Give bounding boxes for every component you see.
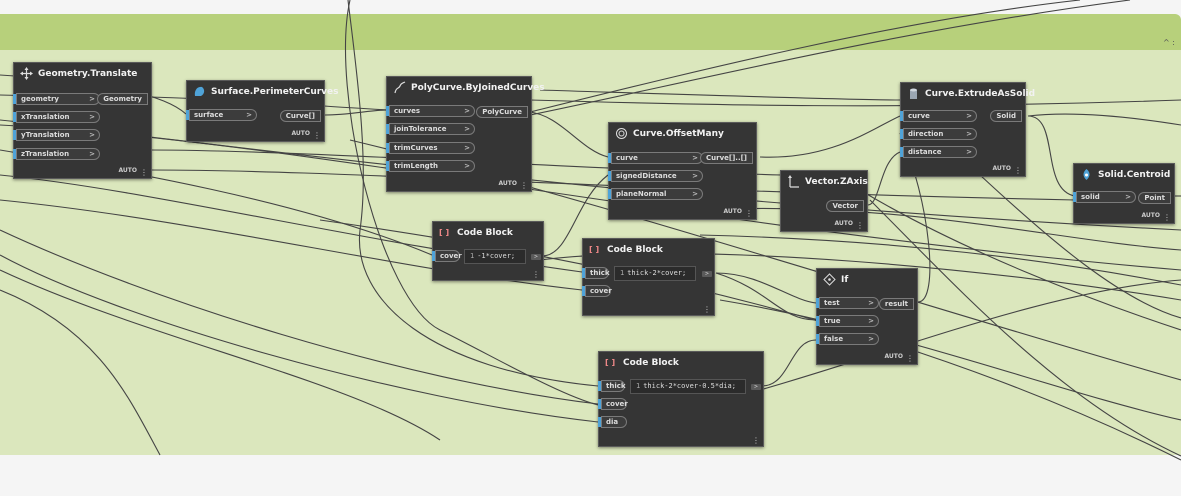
curve-extrudeassolid-node[interactable]: Curve.ExtrudeAsSolid curve > direction > d… — [900, 82, 1035, 177]
code-editor[interactable]: 1 thick-2*cover; — [614, 266, 696, 281]
node-menu-icon[interactable]: ⋮ — [745, 209, 753, 218]
input-port-true[interactable]: true > — [816, 315, 879, 327]
extrude-icon — [907, 87, 920, 100]
code-block-node-2[interactable]: [ ] Code Block thick cover 1 thick-2*cover… — [582, 238, 715, 316]
node-title: Solid.Centroid — [1098, 170, 1171, 180]
polycurve-byjoinedcurves-node[interactable]: PolyCurve.ByJoinedCurves curves > joinTol… — [386, 76, 545, 192]
move-icon — [20, 67, 33, 80]
output-port-curve-list[interactable]: Curve[] — [279, 110, 321, 122]
node-menu-icon[interactable]: ⋮ — [532, 270, 540, 279]
surface-perimetercurves-node[interactable]: Surface.PerimeterCurves surface > Curve[]… — [186, 80, 339, 142]
input-port-curve[interactable]: curve > — [900, 110, 977, 122]
node-title: Code Block — [607, 245, 663, 255]
output-port-vector[interactable]: Vector — [826, 200, 864, 212]
node-menu-icon[interactable]: ⋮ — [520, 181, 528, 190]
code-block-icon: [ ] — [605, 358, 616, 367]
input-port-dia[interactable]: dia — [598, 416, 627, 428]
input-port-direction[interactable]: direction > — [900, 128, 977, 140]
node-title: Curve.ExtrudeAsSolid — [925, 89, 1036, 99]
node-menu-icon[interactable]: ⋮ — [703, 305, 711, 314]
input-port-solid[interactable]: solid > — [1073, 191, 1136, 203]
vector-zaxis-node[interactable]: Vector.ZAxis Vector AUTO ⋮ — [780, 170, 868, 232]
lacing-auto-label[interactable]: AUTO — [291, 130, 310, 137]
node-menu-icon[interactable]: ⋮ — [1014, 166, 1022, 175]
code-block-node-1[interactable]: [ ] Code Block cover 1 -1*cover; > ⋮ — [432, 221, 544, 281]
lacing-auto-label[interactable]: AUTO — [992, 165, 1011, 172]
node-menu-icon[interactable]: ⋮ — [906, 354, 914, 363]
node-title: Geometry.Translate — [38, 69, 138, 79]
lacing-auto-label[interactable]: AUTO — [884, 353, 903, 360]
node-title: Curve.OffsetMany — [633, 129, 724, 139]
node-title: Code Block — [457, 228, 513, 238]
code-block-node-3[interactable]: [ ] Code Block thick cover dia 1 thick-2*c… — [598, 351, 764, 447]
node-menu-icon[interactable]: ⋮ — [856, 221, 864, 230]
code-output-port[interactable]: > — [531, 254, 541, 260]
output-port-result[interactable]: result — [878, 298, 914, 310]
node-title: Code Block — [623, 358, 679, 368]
input-port-geometry[interactable]: geometry > — [13, 93, 100, 105]
input-port-cover[interactable]: cover — [598, 398, 628, 410]
code-editor[interactable]: 1 -1*cover; — [464, 249, 526, 264]
code-editor[interactable]: 1 thick-2*cover-0.5*dia; — [630, 379, 746, 394]
code-output-port[interactable]: > — [751, 384, 761, 390]
lacing-auto-label[interactable]: AUTO — [1141, 212, 1160, 219]
input-port-curve[interactable]: curve > — [608, 152, 703, 164]
code-block-icon: [ ] — [589, 245, 600, 254]
if-icon — [823, 273, 836, 286]
input-port-thick[interactable]: thick — [582, 267, 610, 279]
node-menu-icon[interactable]: ⋮ — [313, 131, 321, 140]
input-port-false[interactable]: false > — [816, 333, 879, 345]
if-node[interactable]: If test > true > false > result AUTO ⋮ — [816, 268, 918, 365]
output-port-point[interactable]: Point — [1138, 192, 1171, 204]
node-title: PolyCurve.ByJoinedCurves — [411, 83, 545, 93]
output-port-curve-nested-list[interactable]: Curve[]..[] — [700, 152, 753, 164]
node-menu-icon[interactable]: ⋮ — [752, 436, 760, 445]
graph-canvas[interactable]: ^ : Geometry.Translate geometry > xTrans… — [0, 0, 1181, 496]
surface-icon — [193, 85, 206, 98]
input-port-cover[interactable]: cover — [432, 250, 462, 262]
node-menu-icon[interactable]: ⋮ — [1163, 213, 1171, 222]
output-port-geometry[interactable]: Geometry — [97, 93, 148, 105]
input-port-thick[interactable]: thick — [598, 380, 626, 392]
input-port-test[interactable]: test > — [816, 297, 879, 309]
input-port-xtranslation[interactable]: xTranslation > — [13, 111, 100, 123]
lacing-auto-label[interactable]: AUTO — [498, 180, 517, 187]
input-port-distance[interactable]: distance > — [900, 146, 977, 158]
geometry-translate-node[interactable]: Geometry.Translate geometry > xTranslatio… — [13, 62, 152, 179]
input-port-cover[interactable]: cover — [582, 285, 612, 297]
axis-icon — [787, 175, 800, 188]
lacing-auto-label[interactable]: AUTO — [118, 167, 137, 174]
output-port-polycurve[interactable]: PolyCurve — [476, 106, 528, 118]
polycurve-icon — [393, 81, 406, 94]
input-port-surface[interactable]: surface > — [186, 109, 257, 121]
lacing-auto-label[interactable]: AUTO — [723, 208, 742, 215]
node-title: If — [841, 275, 849, 285]
curve-offsetmany-node[interactable]: Curve.OffsetMany curve > signedDistance > … — [608, 122, 757, 220]
input-port-trimcurves[interactable]: trimCurves > — [386, 142, 475, 154]
output-port-solid[interactable]: Solid — [990, 110, 1022, 122]
code-block-icon: [ ] — [439, 228, 450, 237]
solid-centroid-node[interactable]: Solid.Centroid solid > Point AUTO ⋮ — [1073, 163, 1175, 224]
node-title: Vector.ZAxis — [805, 177, 868, 187]
input-port-jointolerance[interactable]: joinTolerance > — [386, 123, 475, 135]
input-port-ytranslation[interactable]: yTranslation > — [13, 129, 100, 141]
input-port-signeddistance[interactable]: signedDistance > — [608, 170, 703, 182]
input-port-planenormal[interactable]: planeNormal > — [608, 188, 703, 200]
node-menu-icon[interactable]: ⋮ — [140, 168, 148, 177]
lacing-auto-label[interactable]: AUTO — [834, 220, 853, 227]
input-port-trimlength[interactable]: trimLength > — [386, 160, 475, 172]
input-port-curves[interactable]: curves > — [386, 105, 475, 117]
code-output-port[interactable]: > — [702, 271, 712, 277]
centroid-icon — [1080, 168, 1093, 181]
node-title: Surface.PerimeterCurves — [211, 87, 339, 97]
input-port-ztranslation[interactable]: zTranslation > — [13, 148, 100, 160]
offset-icon — [615, 127, 628, 140]
